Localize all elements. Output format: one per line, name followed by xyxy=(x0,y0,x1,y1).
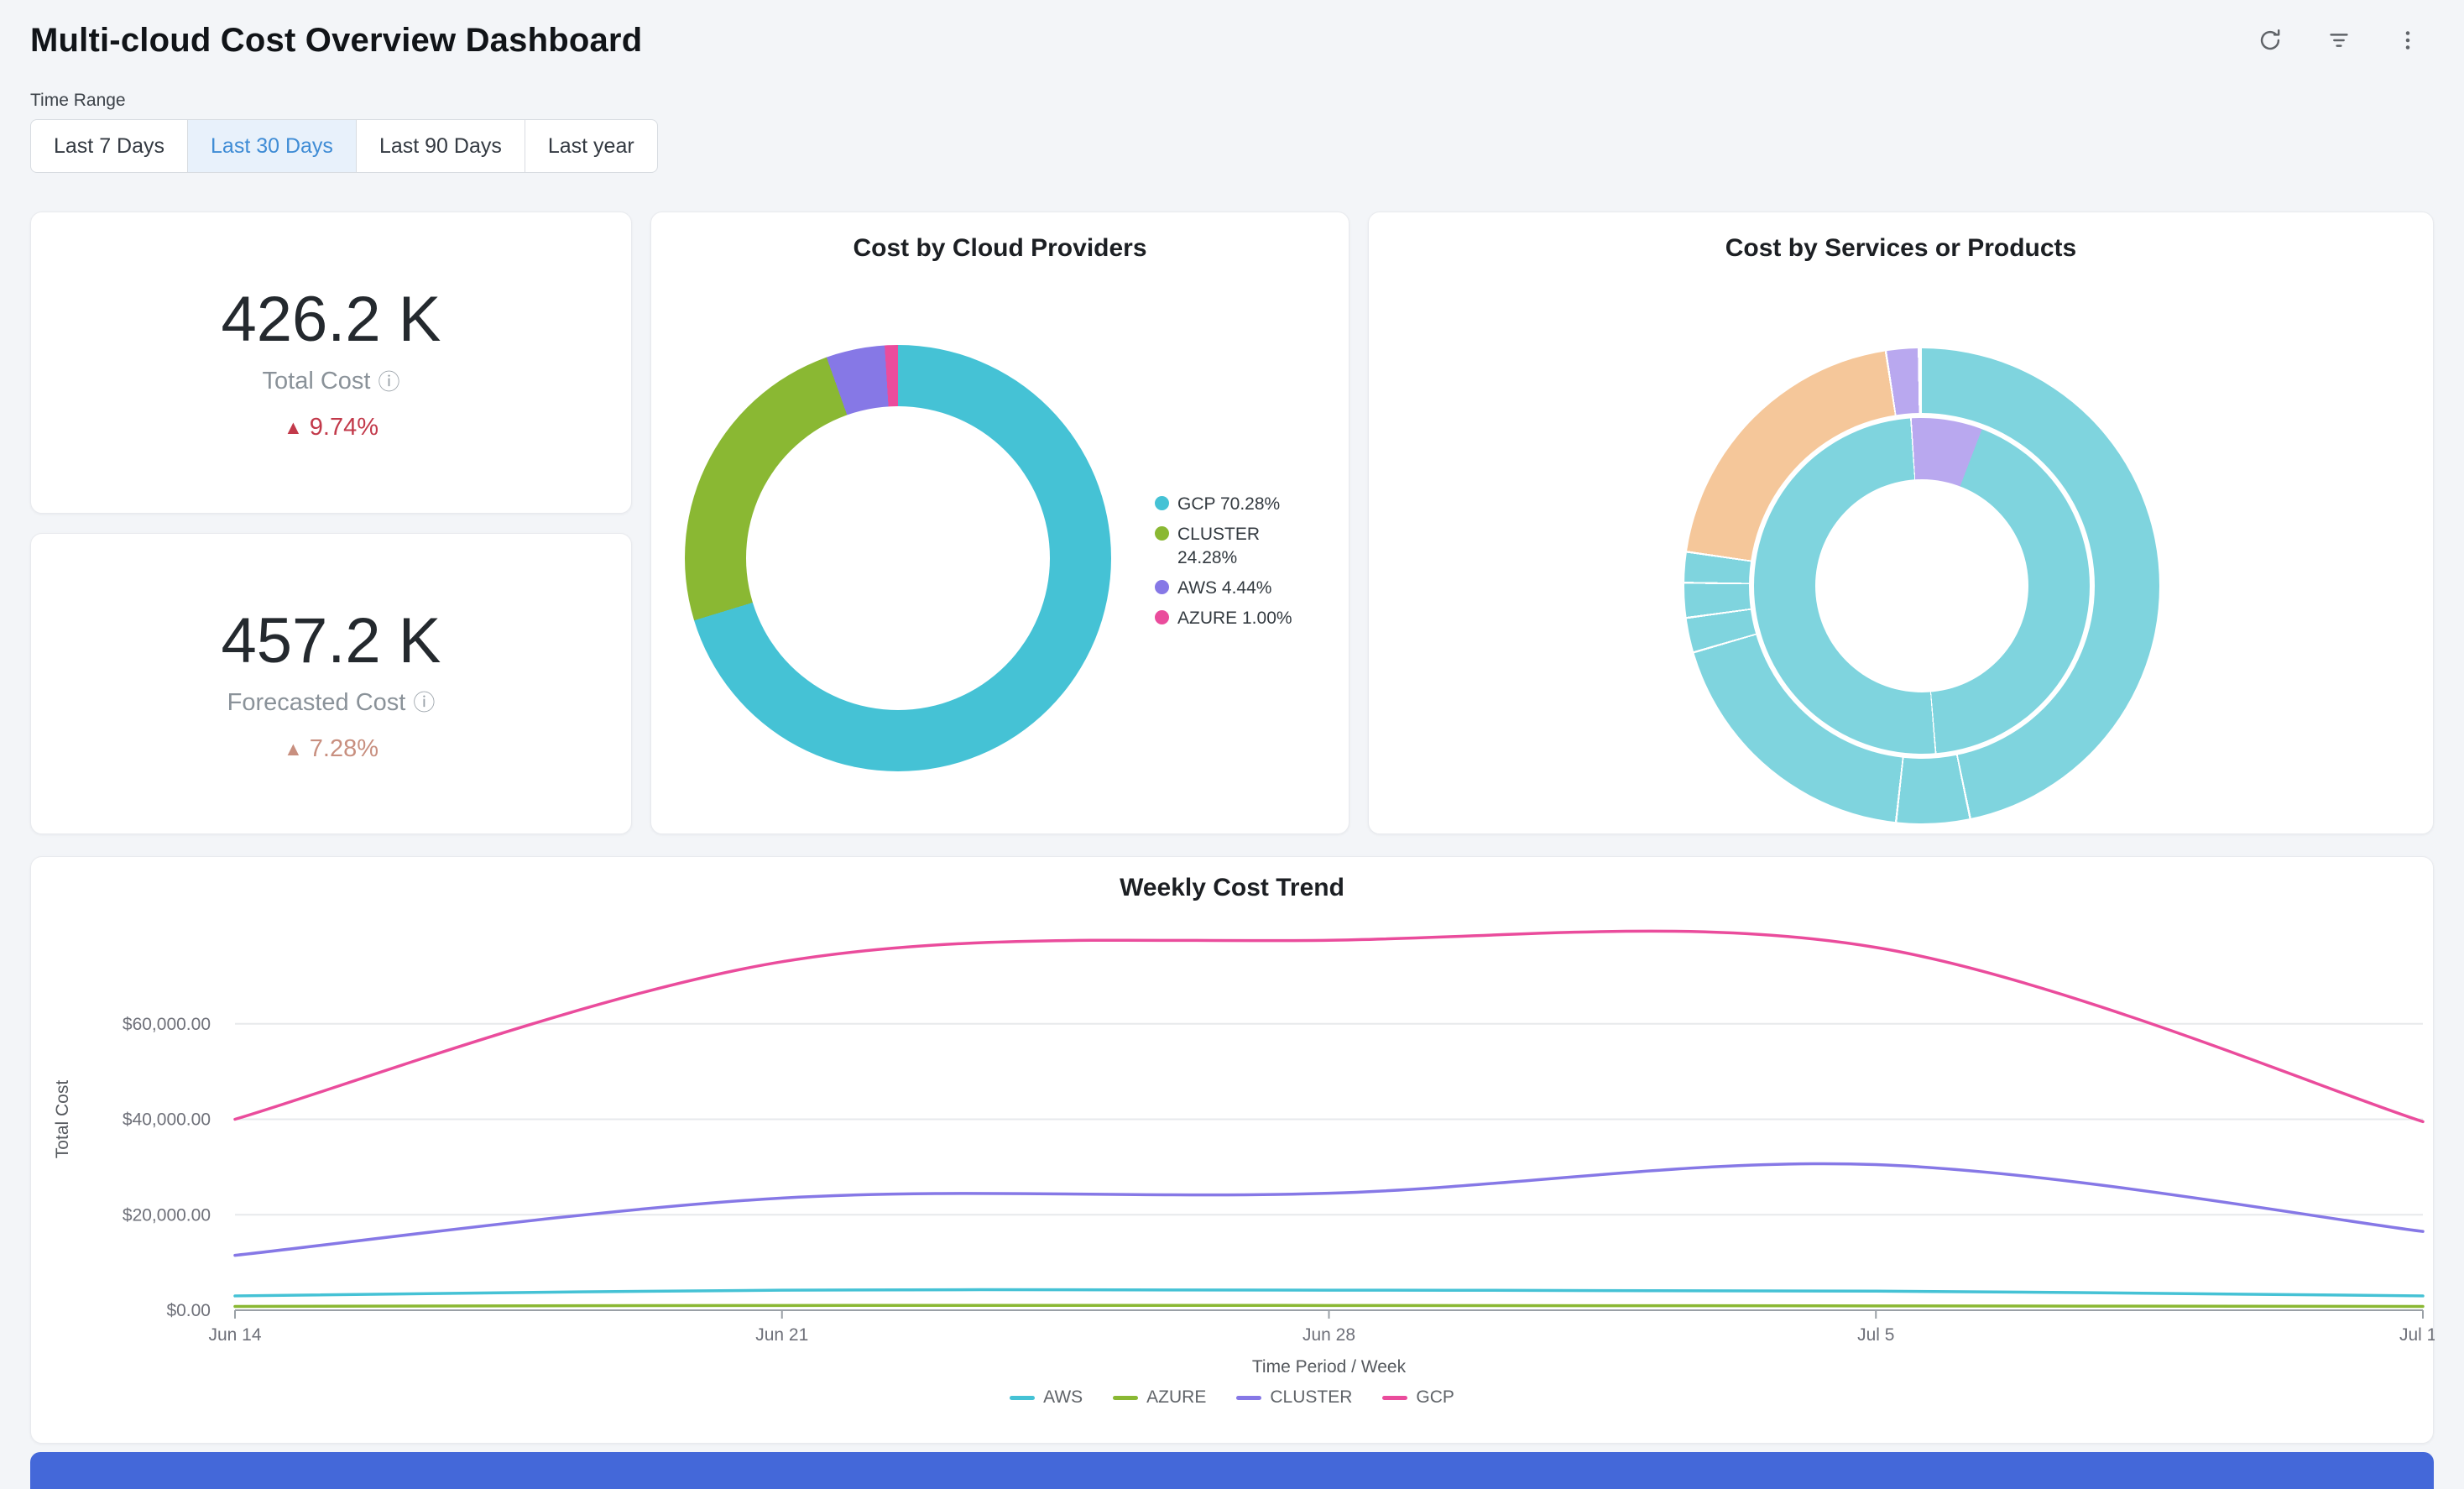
up-triangle-icon: ▲ xyxy=(284,738,303,760)
svg-text:$0.00: $0.00 xyxy=(166,1301,211,1320)
info-icon[interactable]: ⓘ xyxy=(378,371,399,393)
svg-text:$20,000.00: $20,000.00 xyxy=(123,1205,211,1225)
kebab-menu-icon[interactable] xyxy=(2392,24,2424,56)
svg-text:Jun 28: Jun 28 xyxy=(1302,1325,1355,1345)
providers-legend: GCP 70.28% CLUSTER 24.28% AWS 4.44% AZUR… xyxy=(1155,493,1306,637)
legend-item-gcp[interactable]: GCP 70.28% xyxy=(1155,493,1306,515)
svg-text:Time Period / Week: Time Period / Week xyxy=(1252,1357,1407,1377)
services-sunburst[interactable] xyxy=(1684,348,2159,823)
legend-item-gcp[interactable]: GCP xyxy=(1382,1387,1454,1408)
filter-icon[interactable] xyxy=(2323,24,2355,56)
time-range-last-90-days[interactable]: Last 90 Days xyxy=(356,119,525,173)
legend-swatch xyxy=(1113,1396,1138,1400)
legend-item-cluster[interactable]: CLUSTER xyxy=(1236,1387,1352,1408)
legend-swatch xyxy=(1010,1396,1035,1400)
providers-chart-title: Cost by Cloud Providers xyxy=(651,212,1349,263)
refresh-icon[interactable] xyxy=(2254,24,2286,56)
info-icon[interactable]: ⓘ xyxy=(413,692,435,713)
bottom-panel-peek xyxy=(30,1452,2434,1489)
providers-donut[interactable] xyxy=(685,345,1111,771)
time-range-last-7-days[interactable]: Last 7 Days xyxy=(30,119,188,173)
time-range-label: Time Range xyxy=(30,91,2434,111)
providers-donut-hole xyxy=(746,406,1050,710)
legend-swatch xyxy=(1236,1396,1261,1400)
legend-dot xyxy=(1155,526,1169,541)
kpi-column: 426.2 K Total Cost ⓘ ▲ 9.74% 457.2 K For… xyxy=(30,212,632,834)
legend-item-aws[interactable]: AWS 4.44% xyxy=(1155,577,1306,599)
forecasted-cost-value: 457.2 K xyxy=(222,604,441,677)
topbar-actions xyxy=(2254,24,2434,56)
forecasted-cost-delta: ▲ 7.28% xyxy=(284,735,378,763)
total-cost-label: Total Cost xyxy=(263,368,371,395)
legend-label: AWS xyxy=(1043,1387,1083,1408)
legend-dot xyxy=(1155,496,1169,510)
svg-text:$40,000.00: $40,000.00 xyxy=(123,1110,211,1130)
total-cost-delta: ▲ 9.74% xyxy=(284,414,378,441)
legend-dot xyxy=(1155,610,1169,624)
weekly-cost-trend-card: Weekly Cost Trend $0.00 $20,000.00 $40,000… xyxy=(30,856,2434,1444)
svg-text:Jun 21: Jun 21 xyxy=(755,1325,808,1345)
legend-label: AZURE xyxy=(1146,1387,1206,1408)
cost-by-providers-card: Cost by Cloud Providers GCP 70.28% CLUST… xyxy=(650,212,1349,834)
services-chart-title: Cost by Services or Products xyxy=(1369,212,2433,263)
topbar: Multi-cloud Cost Overview Dashboard xyxy=(30,18,2434,62)
svg-text:$60,000.00: $60,000.00 xyxy=(123,1015,211,1034)
legend-item-azure[interactable]: AZURE xyxy=(1113,1387,1206,1408)
total-cost-value: 426.2 K xyxy=(222,283,441,356)
cost-by-services-card: Cost by Services or Products xyxy=(1368,212,2434,834)
up-triangle-icon: ▲ xyxy=(284,416,303,439)
page-title: Multi-cloud Cost Overview Dashboard xyxy=(30,22,642,60)
legend-label: GCP xyxy=(1416,1387,1454,1408)
legend-dot xyxy=(1155,580,1169,594)
legend-item-aws[interactable]: AWS xyxy=(1010,1387,1083,1408)
trend-chart[interactable]: $0.00 $20,000.00 $40,000.00 $60,000.00 Jun 1… xyxy=(31,907,2433,1386)
svg-text:Jul 12: Jul 12 xyxy=(2399,1325,2435,1345)
total-cost-card: 426.2 K Total Cost ⓘ ▲ 9.74% xyxy=(30,212,632,514)
top-cards-row: 426.2 K Total Cost ⓘ ▲ 9.74% 457.2 K For… xyxy=(30,212,2434,834)
dashboard-page: Multi-cloud Cost Overview Dashboard Time… xyxy=(0,0,2464,1489)
forecasted-cost-card: 457.2 K Forecasted Cost ⓘ ▲ 7.28% xyxy=(30,533,632,835)
trend-legend: AWS AZURE CLUSTER GCP xyxy=(31,1387,2433,1408)
svg-text:Jun 14: Jun 14 xyxy=(208,1325,261,1345)
svg-text:Total Cost: Total Cost xyxy=(53,1080,72,1159)
legend-swatch xyxy=(1382,1396,1407,1400)
trend-chart-title: Weekly Cost Trend xyxy=(31,874,2433,902)
legend-label: CLUSTER xyxy=(1270,1387,1352,1408)
forecasted-cost-label: Forecasted Cost xyxy=(227,689,406,717)
svg-text:Jul 5: Jul 5 xyxy=(1857,1325,1894,1345)
legend-item-cluster[interactable]: CLUSTER 24.28% xyxy=(1155,523,1306,569)
legend-item-azure[interactable]: AZURE 1.00% xyxy=(1155,607,1306,630)
sunburst-hole xyxy=(1815,479,2028,692)
time-range-section: Time Range Last 7 Days Last 30 Days Last… xyxy=(30,91,2434,173)
time-range-last-year[interactable]: Last year xyxy=(525,119,658,173)
time-range-selector: Last 7 Days Last 30 Days Last 90 Days La… xyxy=(30,119,2434,173)
time-range-last-30-days[interactable]: Last 30 Days xyxy=(187,119,357,173)
